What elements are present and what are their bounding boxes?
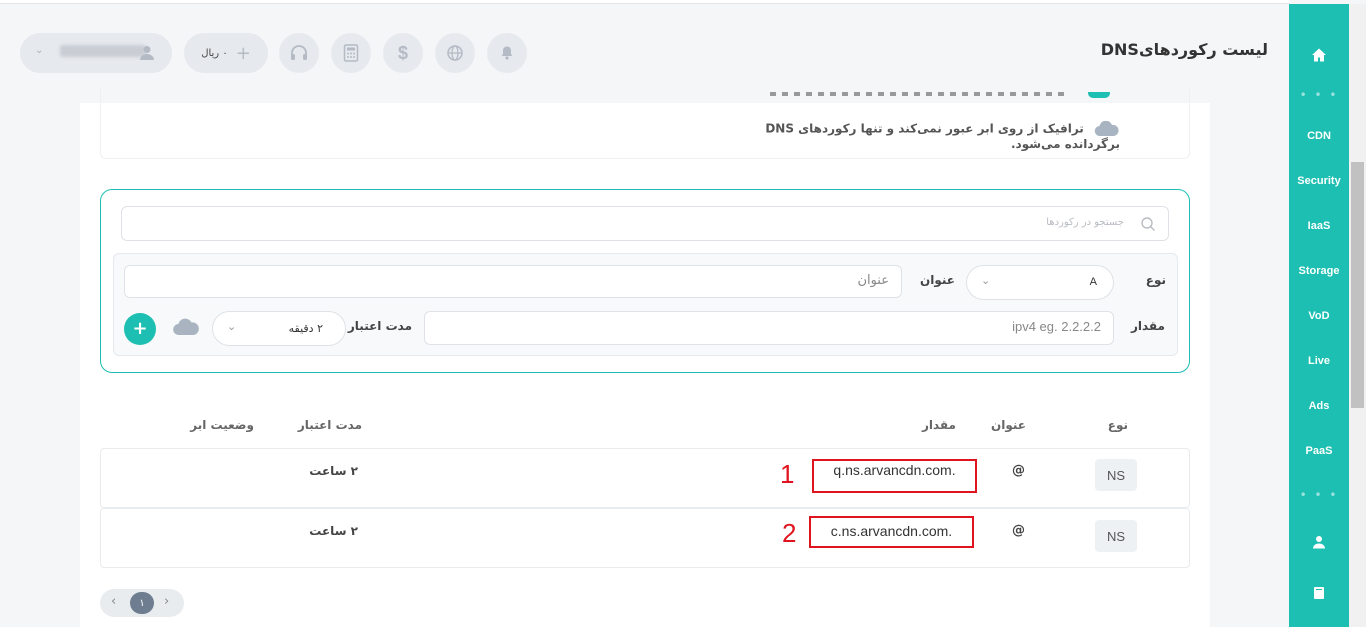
chevron-left-icon[interactable]: ‹ <box>111 594 116 609</box>
calculator-icon <box>343 44 359 62</box>
chevron-right-icon[interactable]: › <box>164 594 169 609</box>
record-name: @ <box>1012 463 1025 478</box>
ttl-value: ۲ دقیقه <box>288 322 323 335</box>
sidebar-item-paas[interactable]: PaaS <box>1289 445 1349 457</box>
chevron-down-icon: ⌄ <box>981 274 991 287</box>
billing-button[interactable]: $ <box>383 33 423 73</box>
record-value: q.ns.arvancdn.com. <box>812 459 977 493</box>
dollar-icon: $ <box>397 42 408 63</box>
col-value: مقدار <box>921 418 956 432</box>
type-value: A <box>1089 276 1097 288</box>
top-border <box>0 0 1289 4</box>
name-label: عنوان <box>920 273 955 287</box>
value-placeholder: ipv4 eg. 2.2.2.2 <box>1012 319 1101 334</box>
cloud-icon <box>1094 120 1119 137</box>
balance-amount: ۰ ریال <box>201 47 228 59</box>
cloud-off-note: ترافیک از روی ابر عبور نمی‌کند و تنها رک… <box>765 120 1120 151</box>
user-menu-button[interactable]: ⌄ <box>20 33 172 73</box>
plus-icon: + <box>235 42 251 64</box>
annotation-marker: 1 <box>780 459 795 489</box>
name-placeholder: عنوان <box>857 273 889 288</box>
ttl-label: مدت اعتبار <box>347 319 412 333</box>
sidebar-item-cdn[interactable]: CDN <box>1289 130 1349 142</box>
balance-button[interactable]: ۰ ریال + <box>184 33 268 73</box>
user-icon <box>1313 536 1325 549</box>
record-value: c.ns.arvancdn.com. <box>809 516 974 548</box>
sidebar-item-vod[interactable]: VoD <box>1289 310 1349 322</box>
scrollbar-thumb[interactable] <box>1351 162 1364 408</box>
search-input[interactable]: جستجو در رکوردها <box>121 206 1169 241</box>
globe-icon <box>447 45 463 61</box>
col-name: عنوان <box>991 418 1026 432</box>
record-ttl: ۲ ساعت <box>309 524 358 538</box>
col-ttl: مدت اعتبار <box>297 418 362 432</box>
page-current[interactable]: ۱ <box>130 592 154 614</box>
sidebar-item-profile[interactable] <box>1289 535 1349 549</box>
user-icon <box>140 46 154 60</box>
book-icon <box>1314 587 1324 599</box>
type-label: نوع <box>1145 273 1166 287</box>
partial-info-line <box>760 92 1120 102</box>
sidebar-item-ads[interactable]: Ads <box>1289 400 1349 412</box>
search-placeholder: جستجو در رکوردها <box>1046 217 1124 228</box>
sidebar-item-storage[interactable]: Storage <box>1289 265 1349 277</box>
sidebar-divider: • • • <box>1299 488 1339 502</box>
sidebar-item-home[interactable] <box>1289 38 1349 72</box>
chevron-down-icon: ⌄ <box>227 320 237 333</box>
cloud-toggle[interactable] <box>172 318 202 338</box>
cloud-icon <box>173 318 199 336</box>
annotation-marker: 2 <box>782 518 797 548</box>
add-record-button[interactable]: + <box>124 313 156 345</box>
user-name <box>60 45 146 57</box>
sidebar-divider: • • • <box>1299 88 1339 102</box>
type-select[interactable]: A ⌄ <box>966 265 1114 300</box>
col-cloud-status: وضعیت ابر <box>190 418 254 432</box>
support-button[interactable] <box>279 33 319 73</box>
language-button[interactable] <box>435 33 475 73</box>
headset-icon <box>291 45 307 60</box>
sidebar-item-security[interactable]: Security <box>1289 175 1349 187</box>
ttl-select[interactable]: ۲ دقیقه ⌄ <box>212 311 346 346</box>
record-ttl: ۲ ساعت <box>309 464 358 478</box>
page-title: لیست رکوردهایDNS <box>1100 40 1268 59</box>
sidebar-item-live[interactable]: Live <box>1289 355 1349 367</box>
bell-icon <box>501 46 513 60</box>
record-name: @ <box>1012 523 1025 538</box>
sidebar-item-docs[interactable] <box>1289 586 1349 600</box>
table-row[interactable] <box>100 448 1190 508</box>
plus-icon: + <box>132 318 148 339</box>
notifications-button[interactable] <box>487 33 527 73</box>
main-sidebar: • • • CDN Security IaaS Storage VoD Live… <box>1289 4 1349 627</box>
record-type-badge: NS <box>1095 459 1137 491</box>
home-icon <box>1312 48 1326 62</box>
pagination: ‹ ۱ › <box>100 589 184 617</box>
col-type: نوع <box>1107 418 1128 432</box>
value-label: مقدار <box>1130 319 1165 333</box>
sidebar-item-iaas[interactable]: IaaS <box>1289 220 1349 232</box>
calculator-button[interactable] <box>331 33 371 73</box>
chevron-down-icon: ⌄ <box>35 45 44 56</box>
value-input[interactable]: ipv4 eg. 2.2.2.2 <box>424 311 1114 345</box>
search-icon <box>1141 217 1155 231</box>
name-input[interactable]: عنوان <box>124 265 902 298</box>
table-row[interactable] <box>100 508 1190 568</box>
record-type-badge: NS <box>1095 520 1137 552</box>
